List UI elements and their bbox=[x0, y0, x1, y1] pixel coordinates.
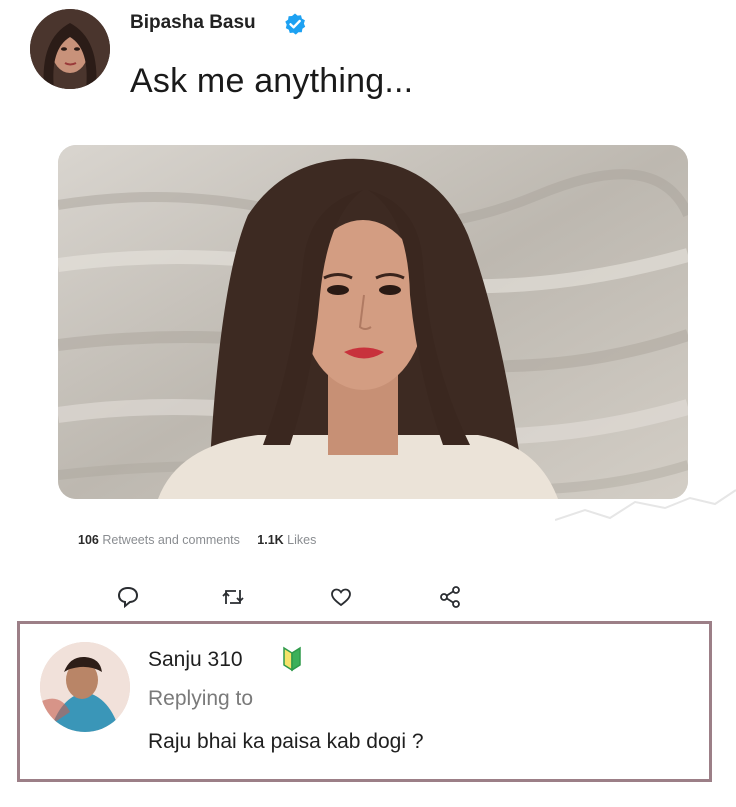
retweets-label[interactable]: Retweets and comments bbox=[102, 533, 240, 547]
likes-label[interactable]: Likes bbox=[287, 533, 316, 547]
tweet-text: Ask me anything... bbox=[130, 62, 414, 100]
retweet-icon[interactable] bbox=[220, 584, 246, 610]
reply-author-name[interactable]: Sanju 310 bbox=[148, 648, 243, 672]
verified-badge-icon bbox=[283, 12, 307, 36]
author-avatar[interactable] bbox=[30, 9, 110, 89]
author-name[interactable]: Bipasha Basu bbox=[130, 12, 256, 34]
reply-icon[interactable] bbox=[115, 584, 141, 610]
likes-count[interactable]: 1.1K bbox=[257, 533, 283, 547]
retweets-count[interactable]: 106 bbox=[78, 533, 99, 547]
reply-author-avatar[interactable] bbox=[40, 642, 130, 732]
tweet-photo[interactable] bbox=[58, 145, 688, 499]
reply-text: Raju bhai ka paisa kab dogi ? bbox=[148, 730, 424, 753]
replying-to-label: Replying to bbox=[148, 687, 254, 710]
like-icon[interactable] bbox=[328, 584, 354, 610]
beginner-badge-icon bbox=[282, 646, 302, 672]
tweet-stats: 106 Retweets and comments 1.1K Likes bbox=[78, 533, 316, 547]
share-icon[interactable] bbox=[437, 584, 463, 610]
torn-paper-overlay bbox=[554, 480, 736, 630]
